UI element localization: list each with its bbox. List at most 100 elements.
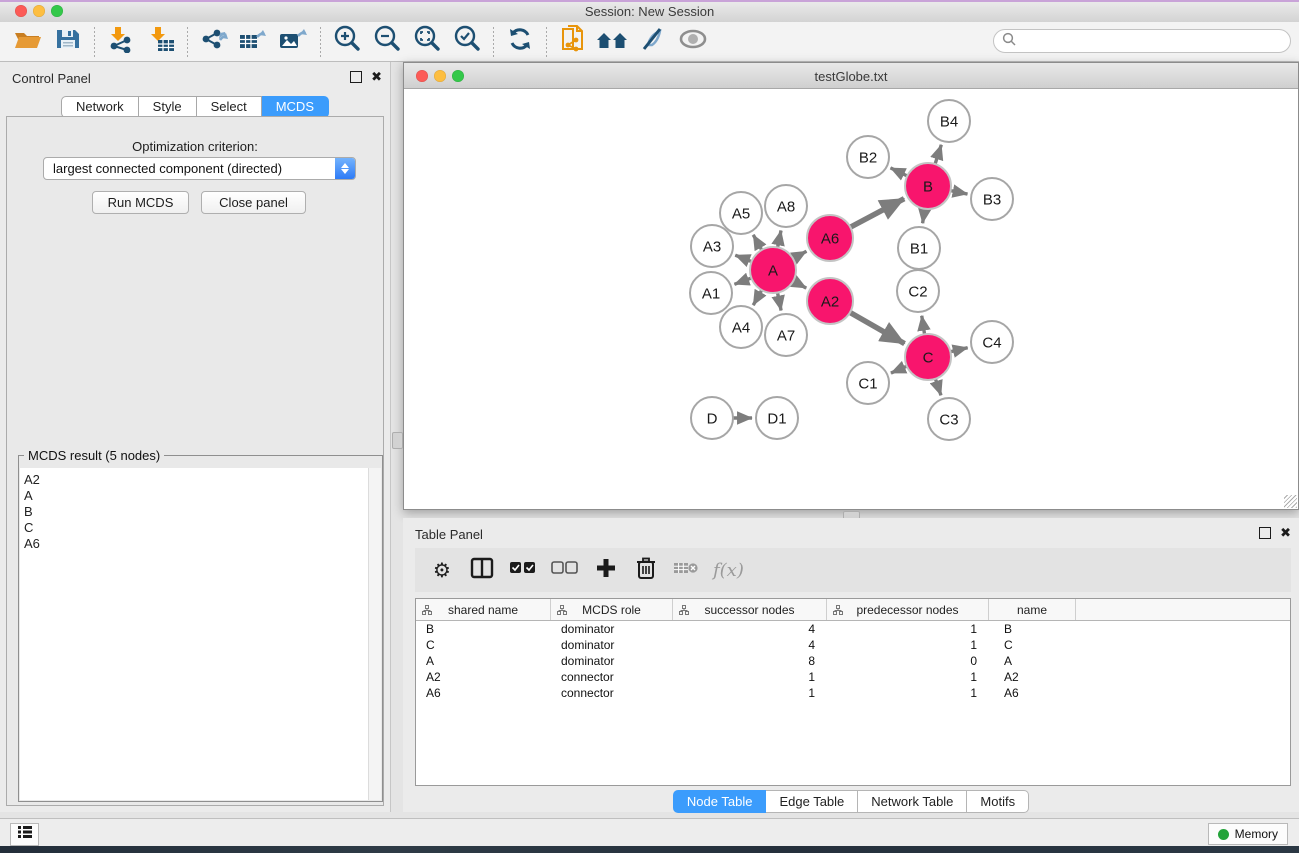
- graph-node-C1[interactable]: C1: [847, 362, 889, 404]
- table-row[interactable]: A6connector11A6: [416, 685, 1290, 701]
- graph-node-A6[interactable]: A6: [807, 215, 853, 261]
- network-canvas[interactable]: B4 B2 B B3 A8A5 A6 A3 B1 A C2 A1 A2 A4A7 C4 C C1 D D1 C3: [404, 89, 1298, 509]
- function-builder-button[interactable]: f(x): [713, 555, 744, 585]
- tab-network[interactable]: Network: [61, 96, 139, 118]
- zoom-out-button[interactable]: [367, 25, 407, 59]
- run-mcds-button[interactable]: Run MCDS: [92, 191, 189, 214]
- show-columns-button[interactable]: [469, 555, 495, 585]
- refresh-button[interactable]: [500, 25, 540, 59]
- column-header-shared-name[interactable]: shared name: [416, 599, 551, 620]
- column-header-name[interactable]: name: [989, 599, 1076, 620]
- graph-node-A4[interactable]: A4: [720, 306, 762, 348]
- svg-text:C1: C1: [858, 375, 877, 392]
- import-table-button[interactable]: [141, 25, 181, 59]
- graph-node-C2[interactable]: C2: [897, 270, 939, 312]
- result-scrollbar[interactable]: [368, 468, 381, 800]
- table-row[interactable]: A2connector11A2: [416, 669, 1290, 685]
- graph-node-A1[interactable]: A1: [690, 272, 732, 314]
- tab-select[interactable]: Select: [197, 96, 262, 118]
- zoom-fit-button[interactable]: [407, 25, 447, 59]
- table-row[interactable]: Bdominator41B: [416, 621, 1290, 637]
- column-header-MCDS-role[interactable]: MCDS role: [551, 599, 673, 620]
- search-box[interactable]: [993, 29, 1291, 53]
- delete-column-button[interactable]: [633, 555, 659, 585]
- network-titlebar[interactable]: testGlobe.txt: [404, 63, 1298, 89]
- tab-edge-table[interactable]: Edge Table: [766, 790, 858, 813]
- window-resize-grip[interactable]: [1284, 495, 1297, 508]
- search-icon: [1002, 32, 1016, 51]
- mcds-result-item[interactable]: A6: [24, 536, 369, 552]
- graph-node-B1[interactable]: B1: [898, 227, 940, 269]
- network-graph[interactable]: B4 B2 B B3 A8A5 A6 A3 B1 A C2 A1 A2 A4A7 C4 C C1 D D1 C3: [404, 89, 1298, 509]
- mcds-result-item[interactable]: A2: [24, 472, 369, 488]
- table-settings-button[interactable]: ⚙: [429, 555, 455, 585]
- float-table-panel-icon[interactable]: [1259, 527, 1271, 539]
- main-toolbar: [0, 22, 1299, 62]
- dropdown-stepper-icon: [335, 158, 355, 179]
- add-column-button[interactable]: [593, 555, 619, 585]
- table-row[interactable]: Adominator80A: [416, 653, 1290, 669]
- tree-icon: [679, 604, 689, 618]
- graph-node-A5[interactable]: A5: [720, 192, 762, 234]
- save-session-button[interactable]: [48, 25, 88, 59]
- task-history-button[interactable]: [10, 823, 39, 846]
- graph-node-C3[interactable]: C3: [928, 398, 970, 440]
- mcds-result-item[interactable]: C: [24, 520, 369, 536]
- svg-text:A3: A3: [703, 238, 721, 255]
- mcds-result-item[interactable]: B: [24, 504, 369, 520]
- vertical-split-handle[interactable]: [392, 432, 403, 449]
- graph-node-A[interactable]: A: [750, 247, 796, 293]
- import-network-button[interactable]: [101, 25, 141, 59]
- graph-node-A2[interactable]: A2: [807, 278, 853, 324]
- graph-node-D1[interactable]: D1: [756, 397, 798, 439]
- eye-button[interactable]: [673, 25, 713, 59]
- zoom-selected-button[interactable]: [447, 25, 487, 59]
- close-panel-icon[interactable]: ✖: [371, 72, 382, 82]
- graph-node-B2[interactable]: B2: [847, 136, 889, 178]
- open-session-button[interactable]: [8, 25, 48, 59]
- search-input[interactable]: [1021, 33, 1290, 49]
- double-house-button[interactable]: [593, 25, 633, 59]
- float-panel-icon[interactable]: [350, 71, 362, 83]
- criterion-dropdown-value: largest connected component (directed): [53, 161, 282, 176]
- mcds-result-list[interactable]: A2ABCA6: [20, 468, 369, 800]
- graph-node-B3[interactable]: B3: [971, 178, 1013, 220]
- tab-node-table[interactable]: Node Table: [673, 790, 767, 813]
- deselect-all-button[interactable]: [551, 555, 579, 585]
- graph-node-C4[interactable]: C4: [971, 321, 1013, 363]
- control-panel-title: Control Panel: [12, 71, 91, 86]
- select-all-icon: [509, 561, 537, 580]
- toolbar-separator: [94, 27, 95, 57]
- delete-table-button[interactable]: [673, 555, 699, 585]
- table-row[interactable]: Cdominator41C: [416, 637, 1290, 653]
- graph-node-A8[interactable]: A8: [765, 185, 807, 227]
- mcds-result-item[interactable]: A: [24, 488, 369, 504]
- graph-node-A7[interactable]: A7: [765, 314, 807, 356]
- tab-motifs[interactable]: Motifs: [967, 790, 1029, 813]
- pen-slash-button[interactable]: [633, 25, 673, 59]
- tab-mcds[interactable]: MCDS: [262, 96, 329, 118]
- list-icon: [17, 825, 33, 844]
- tab-network-table[interactable]: Network Table: [858, 790, 967, 813]
- export-table-button[interactable]: [234, 25, 274, 59]
- select-all-button[interactable]: [509, 555, 537, 585]
- close-panel-button[interactable]: Close panel: [201, 191, 306, 214]
- graph-node-B4[interactable]: B4: [928, 100, 970, 142]
- export-network-button[interactable]: [194, 25, 234, 59]
- column-header-predecessor-nodes[interactable]: predecessor nodes: [827, 599, 989, 620]
- memory-button[interactable]: Memory: [1208, 823, 1288, 845]
- graph-node-C[interactable]: C: [905, 334, 951, 380]
- svg-text:A6: A6: [821, 230, 839, 247]
- graph-node-D[interactable]: D: [691, 397, 733, 439]
- criterion-dropdown[interactable]: largest connected component (directed): [43, 157, 356, 180]
- tab-style[interactable]: Style: [139, 96, 197, 118]
- close-table-panel-icon[interactable]: ✖: [1280, 528, 1291, 538]
- split-columns-icon: [470, 557, 494, 584]
- svg-text:A2: A2: [821, 293, 839, 310]
- zoom-in-button[interactable]: [327, 25, 367, 59]
- graph-node-A3[interactable]: A3: [691, 225, 733, 267]
- column-header-successor-nodes[interactable]: successor nodes: [673, 599, 827, 620]
- new-network-from-selection-button[interactable]: [553, 25, 593, 59]
- graph-node-B[interactable]: B: [905, 163, 951, 209]
- export-image-button[interactable]: [274, 25, 314, 59]
